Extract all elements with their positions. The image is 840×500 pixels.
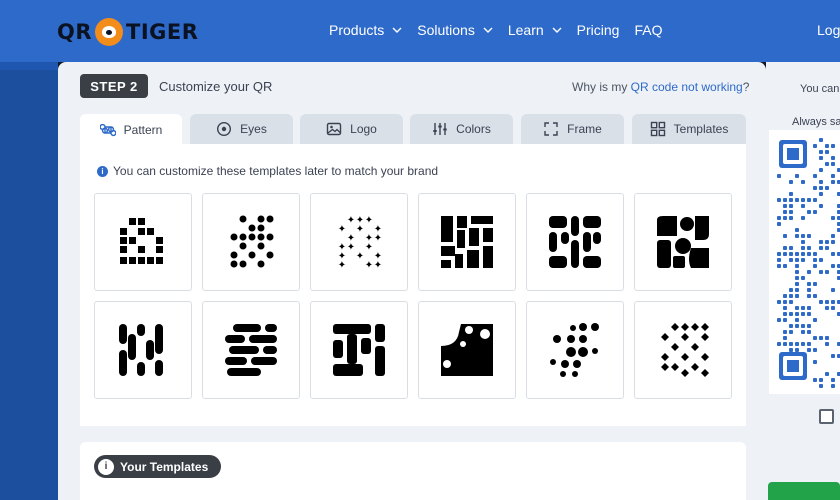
frame-icon [544, 122, 558, 136]
svg-text:✦: ✦ [347, 242, 355, 253]
pattern-option[interactable] [418, 301, 516, 399]
logo-text-left: QR [57, 20, 93, 44]
tab-eyes[interactable]: Eyes [190, 114, 293, 144]
nav-pricing[interactable]: Pricing [577, 22, 620, 38]
left-background [0, 62, 58, 500]
svg-text:✦: ✦ [365, 242, 373, 253]
eye-icon [217, 121, 232, 137]
step-title: Customize your QR [159, 79, 273, 94]
pattern-option[interactable] [634, 301, 732, 399]
svg-text:✦: ✦ [365, 215, 373, 226]
pattern-blocks-icon [333, 324, 385, 376]
pattern-bars-icon [441, 216, 493, 268]
help-suffix: ? [742, 80, 750, 94]
sliders-icon [433, 123, 447, 135]
tab-colors[interactable]: Colors [410, 114, 513, 144]
chevron-down-icon [392, 27, 402, 33]
info-icon: i [97, 165, 108, 177]
pattern-option[interactable] [418, 193, 516, 291]
save-note: Always sa [792, 116, 840, 128]
pattern-pills-icon [119, 324, 163, 376]
svg-text:✦: ✦ [347, 215, 355, 226]
nav-faq[interactable]: FAQ [634, 22, 662, 38]
pattern-option[interactable] [202, 193, 300, 291]
qr-not-working-link[interactable]: QR code not working [631, 80, 743, 94]
image-icon [326, 122, 342, 136]
preview-note: You can [800, 83, 840, 95]
pattern-blob-icon [657, 216, 709, 268]
pattern-option[interactable]: ✦ ✦ ✦ ✦ ✦ ✦ ✦ ✦ ✦ ✦ ✦ ✦ ✦ ✦ ✦ ✦ ✦ ✦ [310, 193, 408, 291]
nav-learn-label: Learn [507, 22, 544, 38]
qr-tiger-logo[interactable]: QR TIGER [57, 16, 198, 48]
pattern-dots-icon [230, 215, 274, 268]
nav-pricing-label: Pricing [576, 22, 620, 38]
nav-solutions-label: Solutions [417, 22, 475, 38]
nav-learn[interactable]: Learn [508, 22, 562, 38]
info-text: You can customize these templates later … [113, 164, 439, 178]
svg-text:✦: ✦ [374, 260, 382, 270]
nav-products-label: Products [329, 22, 385, 38]
pattern-option[interactable] [202, 301, 300, 399]
pattern-diamonds-icon [661, 323, 709, 377]
tab-frame[interactable]: Frame [521, 114, 624, 144]
pattern-squares-icon [120, 218, 163, 264]
agree-checkbox[interactable] [819, 409, 834, 424]
tab-templates-label: Templates [673, 122, 729, 136]
grid-icon [650, 121, 665, 137]
tab-colors-label: Colors [456, 122, 491, 136]
tab-eyes-label: Eyes [240, 122, 267, 136]
logo-text-right: TIGER [126, 20, 199, 44]
tiger-head-icon [95, 18, 124, 46]
tab-pattern[interactable]: Pattern [80, 114, 182, 145]
pattern-option[interactable] [526, 193, 624, 291]
download-button[interactable] [768, 482, 840, 500]
nav-faq-label: FAQ [634, 22, 663, 38]
pattern-option[interactable] [94, 193, 192, 291]
pattern-option[interactable] [634, 193, 732, 291]
pattern-liquid-icon [441, 323, 493, 376]
help-prefix: Why is my [572, 80, 631, 94]
tab-frame-label: Frame [567, 122, 602, 136]
qr-code-preview [777, 138, 840, 388]
svg-text:✦: ✦ [356, 251, 364, 262]
pattern-option[interactable] [310, 301, 408, 399]
nav-products[interactable]: Products [329, 22, 402, 38]
tab-templates[interactable]: Templates [632, 114, 746, 144]
tab-logo[interactable]: Logo [300, 114, 403, 144]
tab-pattern-label: Pattern [123, 122, 163, 137]
pattern-mixed-dots-icon [550, 323, 599, 377]
nav-solutions[interactable]: Solutions [417, 22, 493, 38]
tab-logo-label: Logo [350, 122, 377, 136]
main-nav: Products Solutions Learn Pricing FAQ [329, 22, 677, 38]
pattern-rounded-icon [549, 216, 601, 268]
chevron-down-icon [483, 27, 493, 33]
help-text: Why is my QR code not working? [572, 80, 749, 94]
svg-text:✦: ✦ [374, 233, 382, 244]
pattern-option[interactable] [526, 301, 624, 399]
your-templates-label: Your Templates [120, 459, 209, 474]
your-templates-badge[interactable]: i Your Templates [94, 455, 222, 478]
svg-text:✦: ✦ [338, 224, 346, 235]
info-icon: i [98, 458, 114, 475]
pattern-stars-icon: ✦ ✦ ✦ ✦ ✦ ✦ ✦ ✦ ✦ ✦ ✦ ✦ ✦ ✦ ✦ ✦ ✦ ✦ [338, 215, 382, 270]
nav-login[interactable]: Log [817, 22, 840, 38]
pattern-option[interactable] [94, 301, 192, 399]
qr-preview [769, 130, 840, 394]
step-badge: STEP 2 [80, 74, 148, 98]
svg-text:✦: ✦ [365, 260, 373, 270]
chevron-down-icon [552, 27, 562, 33]
svg-text:✦: ✦ [356, 224, 364, 235]
svg-text:✦: ✦ [338, 260, 346, 270]
info-note: i You can customize these templates late… [97, 164, 438, 178]
command-icon [99, 123, 116, 136]
pattern-capsules-icon [225, 324, 277, 376]
